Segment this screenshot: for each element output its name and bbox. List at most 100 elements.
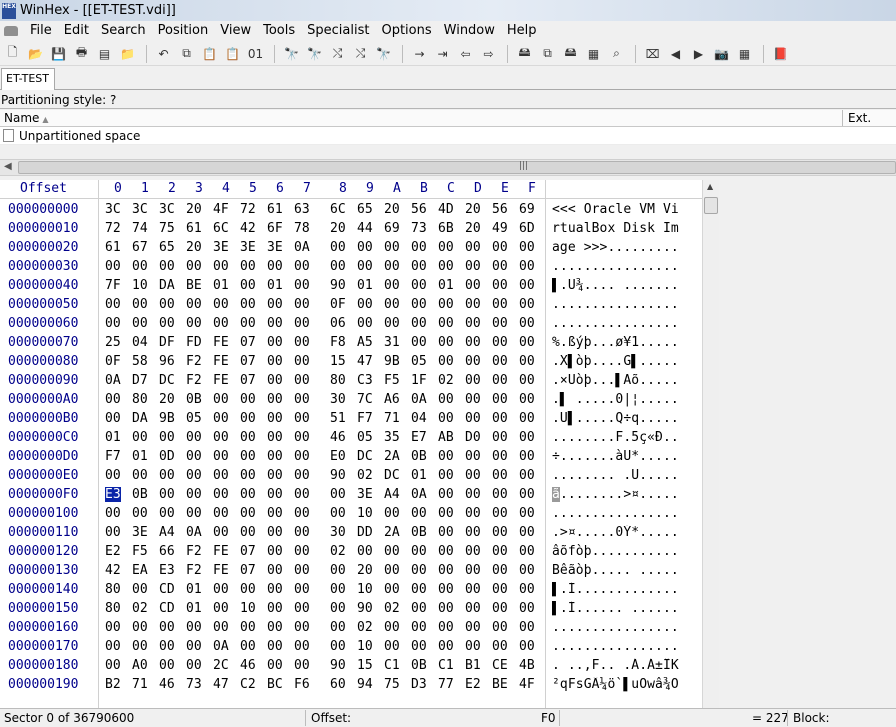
hex-byte[interactable]: 00 [267,563,283,578]
hex-byte[interactable]: 00 [384,506,400,521]
hex-byte[interactable]: CD [159,582,175,597]
hex-byte[interactable]: 00 [267,335,283,350]
hex-byte[interactable]: 63 [294,202,310,217]
hex-byte[interactable]: 47 [357,354,373,369]
hex-byte[interactable]: 00 [411,506,427,521]
horizontal-scroll-thumb[interactable]: ||| [18,161,896,174]
undo-icon[interactable]: ↶ [153,44,174,64]
ascii-text[interactable]: .X▌òþ....G▌..... [552,354,698,369]
copy-icon[interactable]: ⧉ [176,44,197,64]
hex-byte[interactable]: 00 [519,449,535,464]
hex-byte[interactable]: 20 [186,202,202,217]
hex-byte[interactable]: 00 [267,449,283,464]
hex-byte[interactable]: 00 [357,316,373,331]
hex-byte[interactable]: 6C [213,221,229,236]
hex-byte[interactable]: 00 [213,525,229,540]
ascii-text[interactable]: ........F.5ç«Ð.. [552,430,698,445]
hex-byte[interactable]: 00 [438,392,454,407]
hex-byte[interactable]: 00 [294,278,310,293]
hex-byte[interactable]: 71 [132,677,148,692]
hex-byte[interactable]: 00 [186,487,202,502]
disk-tools-icon[interactable]: 🖴 [560,44,581,64]
hex-byte[interactable]: F2 [186,354,202,369]
ascii-text[interactable]: ................ [552,297,698,312]
hex-byte[interactable]: 0B [411,525,427,540]
hex-byte[interactable]: 20 [159,392,175,407]
hex-byte[interactable]: 00 [465,278,481,293]
hex-byte[interactable]: 05 [357,430,373,445]
hex-byte[interactable]: 3E [240,240,256,255]
hex-byte[interactable]: 42 [240,221,256,236]
hex-byte[interactable]: 35 [384,430,400,445]
grid-icon[interactable]: ▦ [734,44,755,64]
hex-byte[interactable]: 00 [267,354,283,369]
hex-byte[interactable]: 20 [384,202,400,217]
hex-byte[interactable]: 2A [384,449,400,464]
hex-byte[interactable]: 01 [357,278,373,293]
hex-byte[interactable]: 73 [186,677,202,692]
menu-view[interactable]: View [214,22,257,40]
hex-byte[interactable]: 00 [267,506,283,521]
hex-byte[interactable]: 00 [465,487,481,502]
back-icon[interactable]: ⇦ [455,44,476,64]
hex-byte[interactable]: 00 [294,392,310,407]
menu-position[interactable]: Position [152,22,215,40]
hex-byte[interactable]: 00 [492,544,508,559]
hex-byte[interactable]: 00 [294,316,310,331]
hex-byte[interactable]: 0A [213,639,229,654]
hex-byte[interactable]: 00 [411,335,427,350]
hex-byte[interactable]: FE [213,354,229,369]
hex-byte[interactable]: 01 [411,468,427,483]
hex-byte[interactable]: 00 [492,563,508,578]
menu-options[interactable]: Options [375,22,437,40]
hex-byte[interactable]: 00 [465,449,481,464]
hex-byte[interactable]: 00 [492,620,508,635]
hex-byte[interactable]: 00 [411,639,427,654]
hex-byte[interactable]: 00 [519,544,535,559]
hex-byte[interactable]: 65 [357,202,373,217]
hex-byte[interactable]: 2C [213,658,229,673]
hex-byte[interactable]: 4D [438,202,454,217]
hex-byte[interactable]: 00 [213,316,229,331]
hex-byte[interactable]: 6D [519,221,535,236]
hex-byte[interactable]: EA [132,563,148,578]
hex-byte[interactable]: E3 [105,487,121,502]
hex-byte[interactable]: 01 [105,430,121,445]
hex-byte[interactable]: FE [213,335,229,350]
hex-byte[interactable]: 30 [330,392,346,407]
hex-byte[interactable]: 3E [213,240,229,255]
hex-byte[interactable]: FE [213,544,229,559]
hex-byte[interactable]: 07 [240,373,256,388]
hex-byte[interactable]: 00 [411,544,427,559]
hex-byte[interactable]: 00 [240,259,256,274]
hex-byte[interactable]: 74 [132,221,148,236]
hex-byte[interactable]: 46 [240,658,256,673]
hex-byte[interactable]: 00 [384,544,400,559]
hex-byte[interactable]: 00 [519,392,535,407]
hex-byte[interactable]: 02 [330,544,346,559]
ascii-text[interactable]: ................ [552,506,698,521]
hex-byte[interactable]: 00 [294,411,310,426]
hex-byte[interactable]: 00 [213,297,229,312]
hex-byte[interactable]: 00 [465,354,481,369]
ascii-text[interactable]: .×Üòþ...▌Ãõ..... [552,373,698,388]
hex-byte[interactable]: 00 [438,240,454,255]
ascii-text[interactable]: âõfòþ........... [552,544,698,559]
hex-byte[interactable]: 00 [492,354,508,369]
hex-byte[interactable]: F6 [294,677,310,692]
hex-byte[interactable]: 6C [330,202,346,217]
hex-byte[interactable]: 00 [267,373,283,388]
hex-byte[interactable]: 00 [330,259,346,274]
hex-byte[interactable]: 00 [294,639,310,654]
column-name-header[interactable]: Name ▲ [0,110,843,126]
hex-byte[interactable]: 10 [240,601,256,616]
hex-byte[interactable]: 0A [105,373,121,388]
hex-byte[interactable]: 0F [105,354,121,369]
hex-byte[interactable]: 00 [384,259,400,274]
hex-byte[interactable]: DA [159,278,175,293]
hex-byte[interactable]: 00 [411,259,427,274]
hex-byte[interactable]: 4B [519,658,535,673]
hex-byte[interactable]: 20 [186,240,202,255]
hex-byte[interactable]: 00 [438,620,454,635]
hex-byte[interactable]: 00 [240,278,256,293]
